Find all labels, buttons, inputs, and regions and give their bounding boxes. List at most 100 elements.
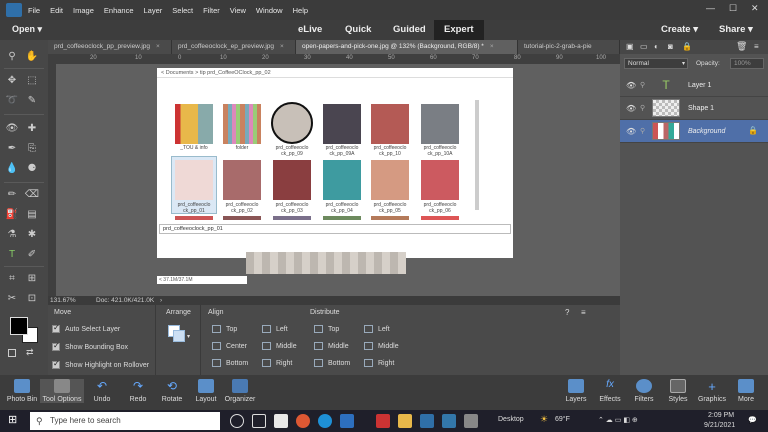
share-button[interactable]: Share ▾ <box>719 24 753 35</box>
distribute-bottom-button[interactable]: Bottom <box>314 359 350 367</box>
adjustment-layer-icon[interactable]: ◐ <box>654 42 659 51</box>
zoom-tool-icon[interactable]: ⚲ <box>4 48 20 64</box>
edge-icon[interactable] <box>318 414 332 428</box>
align-right-button[interactable]: Right <box>262 359 292 367</box>
blur-tool-icon[interactable]: 💧 <box>4 160 20 176</box>
visibility-eye-icon[interactable]: 👁 <box>626 104 640 113</box>
weather-sun-icon[interactable]: ☀ <box>540 414 548 425</box>
tool-options-button[interactable]: Tool Options <box>40 379 84 403</box>
lock-icon[interactable]: 🔒 <box>682 42 692 51</box>
menu-view[interactable]: View <box>230 6 246 15</box>
distribute-hmiddle-button[interactable]: Middle <box>364 342 399 350</box>
app-icon[interactable] <box>340 414 354 428</box>
layer-row-background[interactable]: 👁 ⚲ Background 🔒 <box>620 120 768 143</box>
help-icon[interactable]: ? <box>565 308 569 317</box>
link-icon[interactable]: ⚲ <box>640 81 652 89</box>
highlight-checkbox[interactable]: Show Highlight on Rollover <box>52 359 149 369</box>
task-view-icon[interactable] <box>252 414 266 428</box>
crop-tool-icon[interactable]: ⌗ <box>4 270 20 286</box>
create-button[interactable]: Create ▾ <box>661 24 698 35</box>
eye-tool-icon[interactable]: 👁 <box>4 120 20 136</box>
menu-enhance[interactable]: Enhance <box>104 6 134 15</box>
mode-elive[interactable]: eLive <box>298 24 322 35</box>
link-icon[interactable]: ⚲ <box>640 127 652 135</box>
auto-select-checkbox[interactable]: Auto Select Layer <box>52 323 120 333</box>
trash-icon[interactable]: 🗑 <box>736 41 747 52</box>
menu-help[interactable]: Help <box>293 6 308 15</box>
brush-tool-icon[interactable]: ✏ <box>4 186 20 202</box>
align-middle-button[interactable]: Middle <box>262 342 297 350</box>
weather-temp[interactable]: 69°F <box>555 416 570 423</box>
layer-row-shape1[interactable]: 👁 ⚲ Shape 1 <box>620 97 768 120</box>
minimize-icon[interactable]: — <box>706 3 715 13</box>
align-bottom-button[interactable]: Bottom <box>212 359 248 367</box>
swap-colors-icon[interactable]: ⇄ <box>26 347 34 358</box>
taskbar-search[interactable]: ⚲ Type here to search <box>30 412 220 430</box>
organizer-button[interactable]: Organizer <box>218 379 262 403</box>
layer-row-layer1[interactable]: 👁 ⚲ T Layer 1 <box>620 74 768 97</box>
app-icon[interactable] <box>274 414 288 428</box>
menu-image[interactable]: Image <box>73 6 94 15</box>
app-icon[interactable] <box>376 414 390 428</box>
more-button[interactable]: More <box>724 379 768 403</box>
sponge-tool-icon[interactable]: ⚈ <box>24 160 40 176</box>
notification-tray-icons[interactable]: ⌃ ☁ ▭ ◧ ⊕ <box>598 416 638 424</box>
visibility-eye-icon[interactable]: 👁 <box>626 127 640 136</box>
mode-guided[interactable]: Guided <box>393 24 426 35</box>
tab-close-icon[interactable]: × <box>280 43 284 50</box>
align-left-button[interactable]: Left <box>262 325 288 333</box>
menu-layer[interactable]: Layer <box>144 6 163 15</box>
tab-close-icon[interactable]: × <box>490 43 494 50</box>
clone-stamp-icon[interactable]: ⎘ <box>24 140 40 156</box>
bounding-box-checkbox[interactable]: Show Bounding Box <box>52 341 128 351</box>
photo-bin-button[interactable]: Photo Bin <box>0 379 44 403</box>
tab-pp-preview[interactable]: prd_coffeeoclock_pp_preview.jpg × <box>48 40 172 54</box>
open-button[interactable]: Open ▾ <box>12 24 42 35</box>
eraser-tool-icon[interactable]: ⌫ <box>24 186 40 202</box>
link-icon[interactable]: ⚲ <box>640 104 652 112</box>
tab-ep-preview[interactable]: prd_coffeeoclock_ep_preview.jpg × <box>172 40 296 54</box>
tab-close-icon[interactable]: × <box>156 43 160 50</box>
tab-tutorial-pic[interactable]: tutorial-pic-2-grab-a-pie <box>518 40 620 54</box>
menu-edit[interactable]: Edit <box>50 6 63 15</box>
app-icon[interactable] <box>442 414 456 428</box>
default-colors-icon[interactable] <box>8 349 16 357</box>
layer-mask-icon[interactable]: ◙ <box>668 42 673 51</box>
arrange-button[interactable]: ▾ <box>168 325 190 343</box>
opacity-input[interactable]: 100% <box>730 58 764 69</box>
new-group-icon[interactable]: ▭ <box>640 42 648 51</box>
menu-file[interactable]: File <box>28 6 40 15</box>
align-center-button[interactable]: Center <box>212 342 247 350</box>
pencil-tool-icon[interactable]: ✐ <box>24 246 40 262</box>
cortana-icon[interactable] <box>230 414 244 428</box>
desktop-label[interactable]: Desktop <box>498 416 524 423</box>
marquee-tool-icon[interactable]: ⬚ <box>24 72 40 88</box>
file-explorer-icon[interactable] <box>398 414 412 428</box>
visibility-eye-icon[interactable]: 👁 <box>626 81 640 90</box>
distribute-top-button[interactable]: Top <box>314 325 339 333</box>
custom-shape-icon[interactable]: ✱ <box>24 226 40 242</box>
action-center-icon[interactable]: 💬 <box>748 416 757 424</box>
elements-icon[interactable] <box>420 414 434 428</box>
tab-open-papers[interactable]: open-papers-and-pick-one.jpg @ 132% (Bac… <box>296 40 518 54</box>
clock-date[interactable]: 9/21/2021 <box>704 422 735 429</box>
menu-select[interactable]: Select <box>172 6 193 15</box>
lasso-tool-icon[interactable]: ➰ <box>4 92 20 108</box>
app-icon[interactable] <box>464 414 478 428</box>
paint-bucket-icon[interactable]: ⛽ <box>4 206 20 222</box>
straighten-tool-icon[interactable]: ✂ <box>4 290 20 306</box>
menu-window[interactable]: Window <box>256 6 283 15</box>
mode-quick[interactable]: Quick <box>345 24 371 35</box>
foreground-color-swatch[interactable] <box>10 317 28 335</box>
menu-filter[interactable]: Filter <box>203 6 220 15</box>
close-icon[interactable]: ✕ <box>751 3 759 14</box>
move-tool-icon[interactable]: ✥ <box>4 72 20 88</box>
recompose-icon[interactable]: ⊞ <box>24 270 40 286</box>
windows-start-icon[interactable]: ⊞ <box>8 413 17 426</box>
smart-brush-icon[interactable]: ✒ <box>4 140 20 156</box>
duckduckgo-icon[interactable] <box>296 414 310 428</box>
options-menu-icon[interactable]: ≡ <box>581 308 586 317</box>
new-layer-icon[interactable]: ▣ <box>626 42 634 51</box>
hand-tool-icon[interactable]: ✋ <box>24 48 40 64</box>
spot-healing-icon[interactable]: ✚ <box>24 120 40 136</box>
